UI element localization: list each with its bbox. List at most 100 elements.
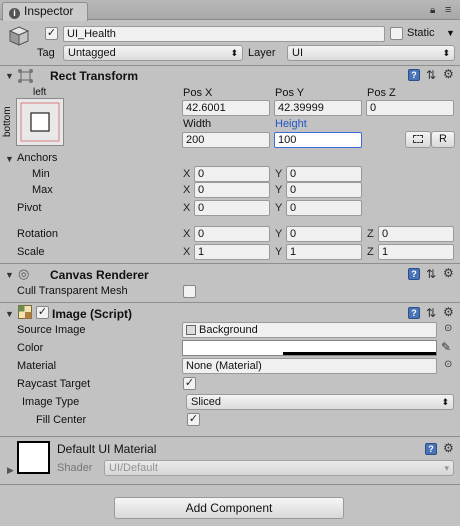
pos-y-field[interactable]: 42.39999: [274, 100, 362, 116]
static-dropdown-arrow-icon[interactable]: ▼: [446, 28, 455, 38]
anchor-max-x-field[interactable]: 0: [194, 182, 270, 198]
help-icon[interactable]: ?: [408, 268, 420, 280]
alpha-bar: [283, 352, 436, 355]
pos-z-field[interactable]: 0: [366, 100, 454, 116]
menu-dots-icon[interactable]: ≡: [445, 4, 451, 16]
separator: [0, 302, 460, 303]
material-field[interactable]: None (Material): [182, 358, 437, 374]
tab-label: Inspector: [24, 4, 74, 18]
axis-x-label: X: [183, 202, 191, 214]
rect-transform-title: Rect Transform: [50, 69, 139, 83]
scale-z-field[interactable]: 1: [378, 244, 454, 260]
axis-y-label: Y: [275, 202, 283, 214]
gear-icon[interactable]: ⚙: [443, 267, 454, 279]
anchor-preset-v-label: bottom: [2, 106, 13, 138]
layer-value: UI: [292, 47, 303, 59]
shader-dropdown: UI/Default ▾: [104, 460, 454, 476]
scale-x-field[interactable]: 1: [194, 244, 270, 260]
gear-icon[interactable]: ⚙: [443, 442, 454, 454]
scale-label: Scale: [17, 246, 45, 258]
lock-icon[interactable]: 🔒︎: [430, 5, 435, 16]
rect-transform-icon: [17, 68, 34, 84]
axis-x-label: X: [183, 184, 191, 196]
raycast-target-checkbox[interactable]: ✓: [183, 377, 196, 390]
dropdown-arrow-icon: ▾: [444, 463, 449, 473]
pos-z-label: Pos Z: [367, 87, 396, 99]
image-enabled-checkbox[interactable]: ✓: [36, 306, 49, 319]
gear-icon[interactable]: ⚙: [443, 306, 454, 318]
color-label: Color: [17, 342, 44, 354]
rotation-z-field[interactable]: 0: [378, 226, 454, 242]
source-image-field[interactable]: Background: [182, 322, 437, 338]
help-icon[interactable]: ?: [408, 69, 420, 81]
separator: [0, 436, 460, 437]
pivot-label: Pivot: [17, 202, 42, 214]
separator: [0, 65, 460, 66]
foldout-arrow-icon[interactable]: ▼: [5, 71, 14, 81]
layer-label: Layer: [248, 47, 276, 59]
anchors-label: Anchors: [17, 152, 58, 164]
anchors-foldout-arrow-icon[interactable]: ▼: [5, 154, 14, 164]
anchor-min-x-field[interactable]: 0: [194, 166, 270, 182]
dropdown-arrow-icon: ⬍: [230, 48, 238, 58]
shader-label: Shader: [57, 462, 93, 474]
object-name-field[interactable]: UI_Health: [63, 26, 385, 42]
raw-edit-button[interactable]: R: [431, 131, 455, 148]
tag-label: Tag: [37, 47, 55, 59]
help-icon[interactable]: ?: [425, 443, 437, 455]
height-field[interactable]: 100: [274, 132, 362, 148]
width-field[interactable]: 200: [182, 132, 270, 148]
sprite-icon: [186, 325, 196, 335]
material-label: Material: [17, 360, 57, 372]
anchor-max-y-field[interactable]: 0: [286, 182, 362, 198]
pivot-x-field[interactable]: 0: [194, 200, 270, 216]
object-picker-icon[interactable]: ⊙: [444, 359, 452, 370]
presets-icon[interactable]: ⇅: [426, 268, 436, 280]
presets-icon[interactable]: ⇅: [426, 69, 436, 81]
foldout-arrow-icon[interactable]: ▼: [5, 270, 14, 280]
anchor-min-y-field[interactable]: 0: [286, 166, 362, 182]
foldout-arrow-icon[interactable]: ▶: [7, 465, 14, 476]
tab-inspector[interactable]: i Inspector: [2, 2, 88, 21]
axis-x-label: X: [183, 168, 191, 180]
image-script-title: Image (Script): [52, 307, 133, 321]
static-label: Static: [407, 27, 435, 39]
cull-transparent-mesh-checkbox[interactable]: [183, 285, 196, 298]
foldout-arrow-icon[interactable]: ▼: [5, 309, 14, 319]
eyedropper-icon[interactable]: ✎: [441, 340, 451, 354]
axis-y-label: Y: [275, 246, 283, 258]
blueprint-mode-button[interactable]: [405, 131, 431, 148]
cull-transparent-mesh-label: Cull Transparent Mesh: [17, 285, 128, 297]
anchor-max-label: Max: [32, 184, 53, 196]
source-image-value: Background: [199, 324, 258, 336]
presets-icon[interactable]: ⇅: [426, 307, 436, 319]
fill-center-checkbox[interactable]: ✓: [187, 413, 200, 426]
gear-icon[interactable]: ⚙: [443, 68, 454, 80]
object-picker-icon[interactable]: ⊙: [444, 323, 452, 334]
add-component-button[interactable]: Add Component: [114, 497, 344, 519]
static-checkbox[interactable]: [390, 27, 403, 40]
active-checkbox[interactable]: ✓: [45, 27, 58, 40]
anchor-presets-button[interactable]: [16, 98, 64, 146]
axis-y-label: Y: [275, 228, 283, 240]
material-preview-thumbnail: [17, 441, 50, 474]
color-field[interactable]: [182, 340, 437, 356]
image-type-dropdown[interactable]: Sliced ⬍: [186, 394, 454, 410]
info-icon: i: [9, 8, 20, 19]
pivot-y-field[interactable]: 0: [286, 200, 362, 216]
pos-x-field[interactable]: 42.6001: [182, 100, 270, 116]
anchor-min-label: Min: [32, 168, 50, 180]
gameobject-cube-icon: [8, 25, 30, 47]
axis-z-label: Z: [367, 246, 374, 258]
tag-dropdown[interactable]: Untagged ⬍: [63, 45, 243, 61]
anchor-preset-h-label: left: [33, 87, 47, 98]
layer-dropdown[interactable]: UI ⬍: [287, 45, 455, 61]
canvas-renderer-icon: ◎: [18, 266, 30, 281]
dropdown-arrow-icon: ⬍: [441, 397, 449, 407]
rotation-y-field[interactable]: 0: [286, 226, 362, 242]
rotation-x-field[interactable]: 0: [194, 226, 270, 242]
image-type-value: Sliced: [191, 396, 221, 408]
help-icon[interactable]: ?: [408, 307, 420, 319]
scale-y-field[interactable]: 1: [286, 244, 362, 260]
axis-y-label: Y: [275, 184, 283, 196]
